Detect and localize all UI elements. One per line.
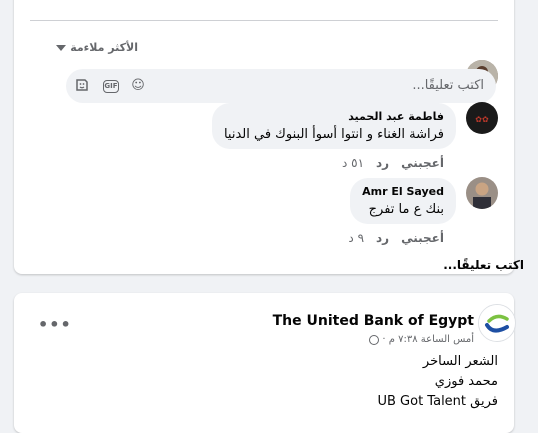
like-link[interactable]: أعجبني [401, 231, 444, 245]
page-name-link[interactable]: The United Bank of Egypt [273, 313, 474, 329]
write-comment-link[interactable]: اكتب تعليقًا... [443, 258, 524, 272]
like-link[interactable]: أعجبني [401, 156, 444, 170]
emoji-icon[interactable]: ☺ [130, 78, 146, 94]
commenter-avatar-2[interactable] [466, 177, 498, 209]
comment-bubble-1: فاطمة عبد الحميد فراشة الغناء و انتوا أس… [211, 103, 456, 149]
page-avatar[interactable] [478, 304, 516, 342]
post-line-2: محمد فوزي [434, 374, 498, 389]
comment-actions-2: أعجبني رد ٩ د [348, 231, 444, 245]
caret-down-icon [56, 44, 67, 51]
gif-icon[interactable]: GIF [103, 80, 119, 93]
reply-link[interactable]: رد [376, 156, 389, 170]
filter-label: الأكثر ملاءمة [70, 41, 138, 54]
globe-icon [369, 334, 380, 345]
post-meta: أمس الساعة ٧:٣٨ م · [369, 334, 474, 345]
comment-text: فراشة الغناء و انتوا أسوأ البنوك في الدن… [223, 127, 444, 142]
comment-bubble-2: Amr El Sayed بنك ع ما تفرج [350, 178, 456, 224]
comment-input[interactable]: اكتب تعليقًا... ☺ GIF [66, 69, 496, 103]
sticker-icon-shape [76, 79, 88, 91]
comment-text: بنك ع ما تفرج [368, 202, 444, 217]
comment-input-placeholder: اكتب تعليقًا... [412, 78, 484, 93]
svg-text:✿✿: ✿✿ [475, 115, 489, 124]
post-line-3: فريق UB Got Talent [377, 394, 498, 409]
comment-filter-dropdown[interactable]: الأكثر ملاءمة [56, 41, 138, 54]
avatar-image: ✿✿ [466, 102, 498, 134]
comment-time[interactable]: ٥١ د [342, 156, 364, 170]
comment-time[interactable]: ٩ د [348, 231, 364, 245]
comment-author[interactable]: فاطمة عبد الحميد [224, 110, 444, 123]
sticker-icon[interactable] [74, 78, 90, 94]
commenter-avatar-1[interactable]: ✿✿ [466, 102, 498, 134]
divider [30, 20, 498, 21]
post-timestamp[interactable]: أمس الساعة ٧:٣٨ م · [382, 334, 474, 345]
avatar-image [466, 177, 498, 209]
more-options-icon[interactable]: ••• [38, 315, 72, 334]
comment-actions-1: أعجبني رد ٥١ د [342, 156, 444, 170]
post-line-1: الشعر الساخر [422, 354, 498, 369]
reply-link[interactable]: رد [376, 231, 389, 245]
comment-author[interactable]: Amr El Sayed [362, 185, 444, 198]
bank-logo-icon [479, 305, 515, 341]
